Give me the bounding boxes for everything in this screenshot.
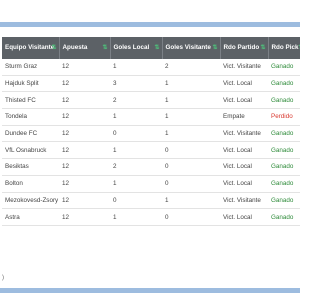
cell-pick-result: Ganado <box>268 75 300 93</box>
column-header-label: Goles Visitante <box>165 44 211 51</box>
cell-away-goals: 1 <box>162 192 220 210</box>
column-header[interactable]: Equipo Visitante ⇅ <box>2 37 60 59</box>
cell-home-goals: 1 <box>110 141 162 160</box>
cell-match-result: Vict. Local <box>220 91 268 110</box>
cell-bet: 12 <box>59 208 110 226</box>
cell-away-goals: 0 <box>162 175 220 193</box>
cell-match-result: Vict. Visitante <box>220 192 268 210</box>
sort-icon[interactable]: ⇅ <box>260 44 265 52</box>
cell-away-goals: 1 <box>162 108 220 126</box>
cell-bet: 12 <box>59 108 110 126</box>
table-row: Bolton 12 1 0 Vict. Local Ganado <box>2 175 300 193</box>
cell-pick-result: Ganado <box>268 192 300 210</box>
table-body: Sturm Graz 12 1 2 Vict. Visitante Ganado Hajdu… <box>2 59 300 226</box>
cell-home-goals: 0 <box>110 192 162 210</box>
cell-team: Dundee FC <box>2 125 59 143</box>
column-header[interactable]: Apuesta ⇅ <box>59 37 111 59</box>
cell-home-goals: 2 <box>110 158 162 176</box>
table-row: Dundee FC 12 0 1 Vict. Visitante Ganado <box>2 125 300 143</box>
cell-pick-result: Ganado <box>268 59 300 76</box>
sort-icon[interactable]: ⇅ <box>212 44 217 52</box>
table-row: Sturm Graz 12 1 2 Vict. Visitante Ganado <box>2 59 300 76</box>
cell-bet: 12 <box>59 175 110 193</box>
column-header-label: Equipo Visitante <box>5 44 55 51</box>
sort-icon[interactable]: ⇅ <box>154 44 159 52</box>
cell-home-goals: 1 <box>110 108 162 126</box>
column-header-label: Rdo Pick <box>271 44 299 51</box>
cell-bet: 12 <box>59 141 110 160</box>
cell-pick-result: Ganado <box>268 91 300 110</box>
cell-home-goals: 1 <box>110 175 162 193</box>
cell-team: Sturm Graz <box>2 59 59 76</box>
cell-bet: 12 <box>59 91 110 110</box>
cell-pick-result: Ganado <box>268 175 300 193</box>
cell-match-result: Vict. Local <box>220 208 268 226</box>
bottom-accent-band <box>0 288 300 293</box>
cell-home-goals: 2 <box>110 91 162 110</box>
cell-bet: 12 <box>59 59 110 76</box>
cell-bet: 12 <box>59 158 110 176</box>
table-row: Thisted FC 12 2 1 Vict. Local Ganado <box>2 91 300 110</box>
cell-match-result: Vict. Visitante <box>220 125 268 143</box>
cell-team: Mezokovesd-Zsory <box>2 192 59 210</box>
table-row: Besiktas 12 2 0 Vict. Local Ganado <box>2 158 300 176</box>
cell-team: VfL Osnabruck <box>2 141 59 160</box>
column-header[interactable]: Goles Visitante ⇅ <box>162 37 221 59</box>
table-row: Hajduk Split 12 3 1 Vict. Local Ganado <box>2 75 300 93</box>
cell-away-goals: 0 <box>162 208 220 226</box>
cell-team: Astra <box>2 208 59 226</box>
header-row: Equipo Visitante ⇅ Apuesta ⇅ Goles Local ⇅ Gol… <box>2 37 300 59</box>
table-scroll-area[interactable]: Equipo Visitante ⇅ Apuesta ⇅ Goles Local ⇅ Gol… <box>2 37 300 282</box>
cell-away-goals: 0 <box>162 158 220 176</box>
results-table: Equipo Visitante ⇅ Apuesta ⇅ Goles Local ⇅ Gol… <box>2 37 300 226</box>
cell-away-goals: 0 <box>162 141 220 160</box>
table-row: Tondela 12 1 1 Empate Perdido <box>2 108 300 126</box>
sort-icon[interactable]: ⇅ <box>298 44 300 52</box>
column-header[interactable]: Rdo Partido ⇅ <box>220 37 269 59</box>
cell-match-result: Vict. Visitante <box>220 59 268 76</box>
cell-bet: 12 <box>59 192 110 210</box>
column-header[interactable]: Goles Local ⇅ <box>110 37 163 59</box>
cell-match-result: Vict. Local <box>220 75 268 93</box>
cell-match-result: Vict. Local <box>220 175 268 193</box>
cell-match-result: Empate <box>220 108 268 126</box>
sort-icon[interactable]: ⇅ <box>102 44 107 52</box>
cell-team: Thisted FC <box>2 91 59 110</box>
cell-team: Besiktas <box>2 158 59 176</box>
table-row: VfL Osnabruck 12 1 0 Vict. Local Ganado <box>2 141 300 160</box>
cell-pick-result: Ganado <box>268 125 300 143</box>
sort-icon[interactable]: ⇅ <box>51 44 56 52</box>
column-header-label: Rdo Partido <box>223 44 260 51</box>
table-header: Equipo Visitante ⇅ Apuesta ⇅ Goles Local ⇅ Gol… <box>2 37 300 59</box>
cell-match-result: Vict. Local <box>220 141 268 160</box>
cell-away-goals: 2 <box>162 59 220 76</box>
column-header[interactable]: Rdo Pick⇅ <box>268 37 300 59</box>
cell-bet: 12 <box>59 125 110 143</box>
cell-bet: 12 <box>59 75 110 93</box>
cell-home-goals: 0 <box>110 125 162 143</box>
column-header-label: Apuesta <box>62 44 88 51</box>
results-card: Equipo Visitante ⇅ Apuesta ⇅ Goles Local ⇅ Gol… <box>0 27 300 288</box>
cell-team: Tondela <box>2 108 59 126</box>
cell-home-goals: 3 <box>110 75 162 93</box>
cell-away-goals: 1 <box>162 75 220 93</box>
cell-away-goals: 1 <box>162 125 220 143</box>
table-row: Mezokovesd-Zsory 12 0 1 Vict. Visitante Ganad… <box>2 192 300 210</box>
cell-away-goals: 1 <box>162 91 220 110</box>
cell-team: Bolton <box>2 175 59 193</box>
cell-home-goals: 1 <box>110 59 162 76</box>
cell-match-result: Vict. Local <box>220 158 268 176</box>
cell-pick-result: Ganado <box>268 141 300 160</box>
cell-pick-result: Ganado <box>268 158 300 176</box>
cell-home-goals: 1 <box>110 208 162 226</box>
footnote-text: ) <box>2 275 4 281</box>
cell-pick-result: Perdido <box>268 108 300 126</box>
cell-pick-result: Ganado <box>268 208 300 226</box>
column-header-label: Goles Local <box>113 44 150 51</box>
table-row: Astra 12 1 0 Vict. Local Ganado <box>2 208 300 226</box>
cell-team: Hajduk Split <box>2 75 59 93</box>
